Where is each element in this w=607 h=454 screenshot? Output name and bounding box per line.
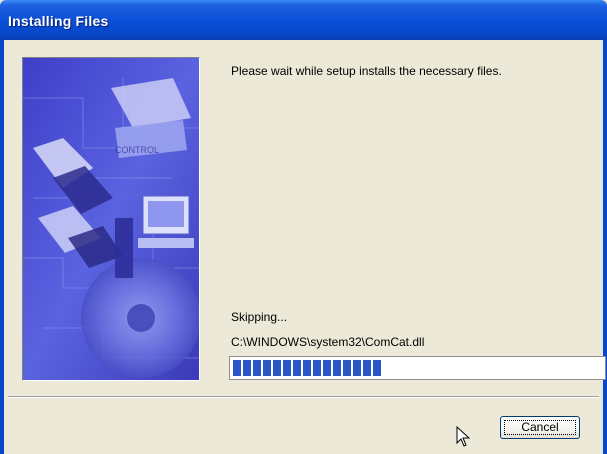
title-bar[interactable]: Installing Files xyxy=(0,0,607,40)
progress-segment xyxy=(363,360,371,376)
progress-segment xyxy=(353,360,361,376)
cancel-button[interactable]: Cancel xyxy=(500,416,580,439)
progress-fill xyxy=(233,360,383,376)
setup-banner-image: CONTROL xyxy=(22,57,200,381)
progress-segment xyxy=(333,360,341,376)
progress-segment xyxy=(373,360,381,376)
svg-text:CONTROL: CONTROL xyxy=(115,145,159,155)
wait-message: Please wait while setup installs the nec… xyxy=(231,64,502,78)
window-title: Installing Files xyxy=(8,13,109,29)
progress-segment xyxy=(243,360,251,376)
progress-bar xyxy=(229,356,606,380)
progress-segment xyxy=(303,360,311,376)
progress-segment xyxy=(323,360,331,376)
status-text: Skipping... xyxy=(231,310,288,324)
progress-segment xyxy=(313,360,321,376)
progress-segment xyxy=(273,360,281,376)
mouse-pointer-icon xyxy=(456,425,472,448)
progress-segment xyxy=(343,360,351,376)
window-frame-right xyxy=(603,40,607,454)
progress-segment xyxy=(233,360,241,376)
dialog-body: CONTROL Please wait while setup installs… xyxy=(4,40,606,454)
focus-rect xyxy=(504,420,576,435)
progress-segment xyxy=(263,360,271,376)
progress-segment xyxy=(253,360,261,376)
current-file-path: C:\WINDOWS\system32\ComCat.dll xyxy=(231,335,425,349)
progress-segment xyxy=(283,360,291,376)
progress-segment xyxy=(293,360,301,376)
separator xyxy=(8,396,599,398)
